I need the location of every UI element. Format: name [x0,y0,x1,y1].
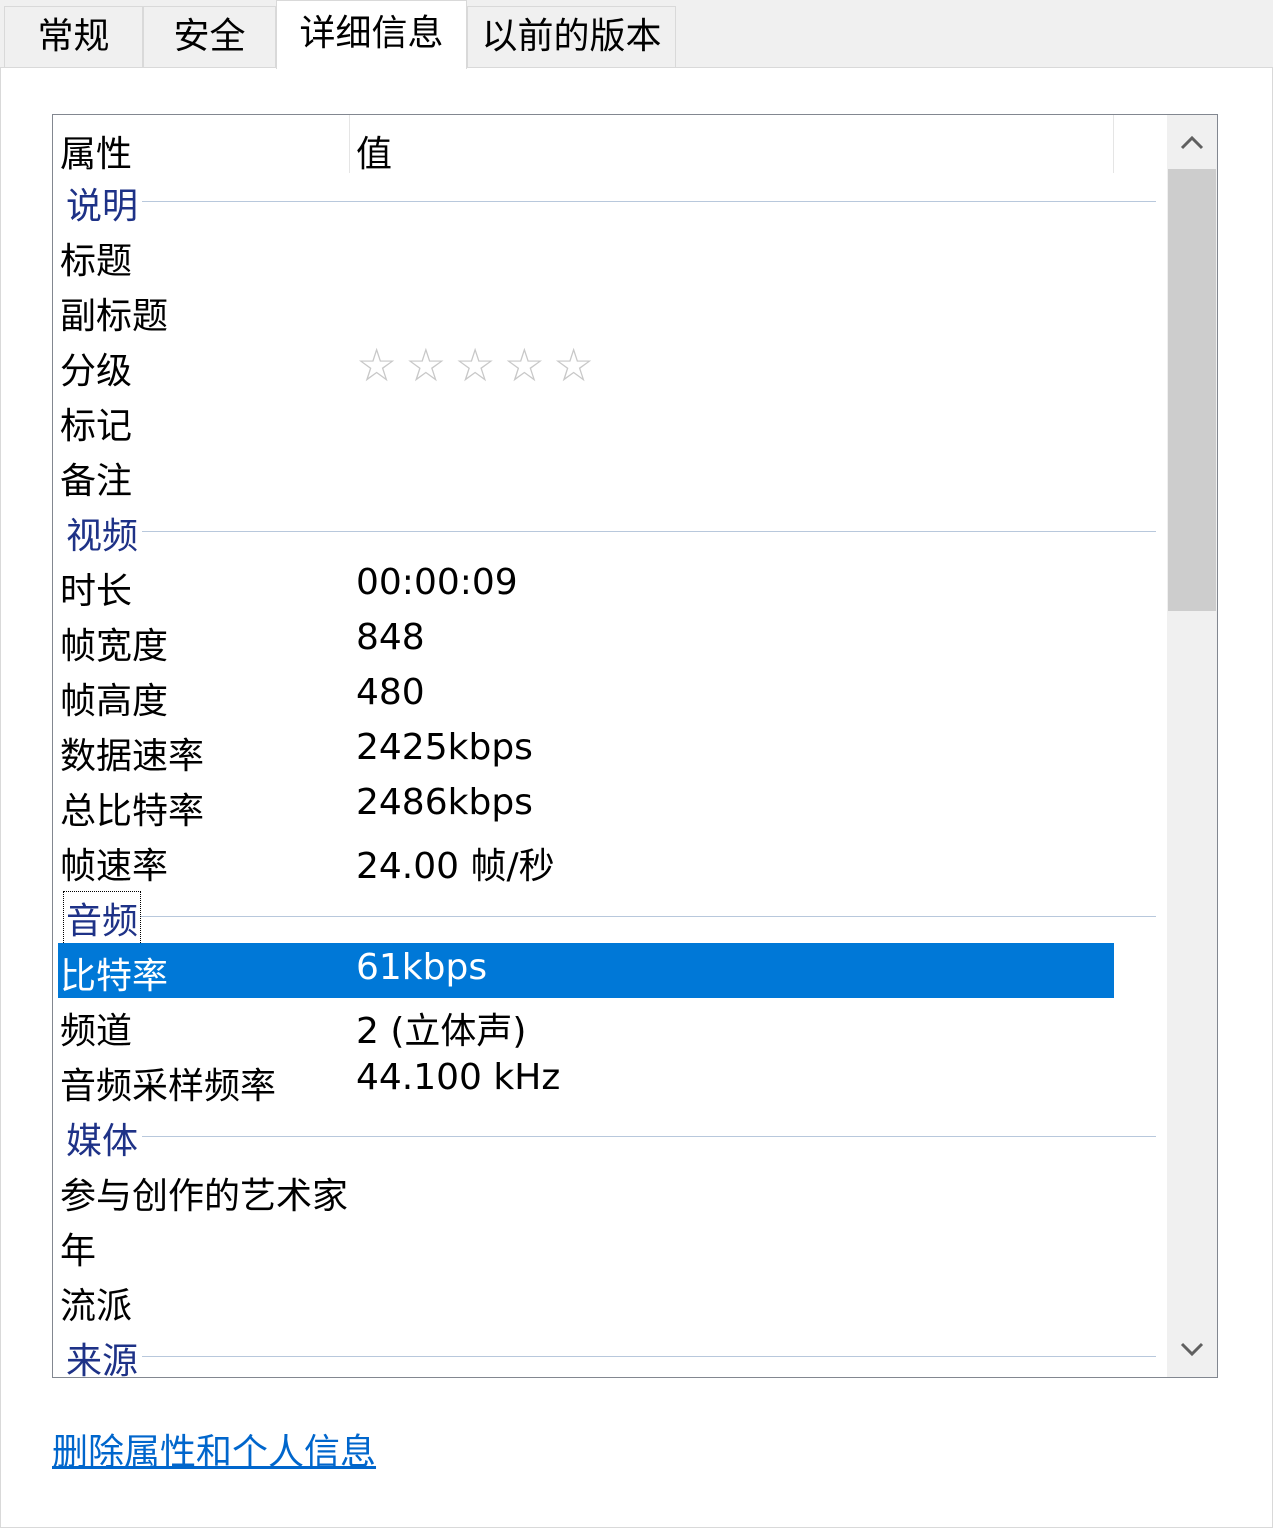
property-value: 2486kbps [356,782,533,823]
property-name: 帧高度 [60,681,169,722]
star-icon[interactable]: ☆ [455,338,496,392]
property-row[interactable]: 标记 [53,393,1165,448]
property-name: 音频采样频率 [60,1066,277,1107]
rating-stars[interactable]: ☆ ☆ ☆ ☆ ☆ [356,338,594,392]
group-divider [66,1136,1156,1137]
tab-general[interactable]: 常规 [4,6,143,68]
group-video[interactable]: 视频 [53,503,1165,559]
column-header-property[interactable]: 属性 [60,125,132,177]
group-media[interactable]: 媒体 [53,1108,1165,1164]
property-row[interactable]: 帧高度 480 [53,668,1165,723]
property-list[interactable]: 属性 值 说明 标题 副标题 分级 ☆ ☆ ☆ ☆ ☆ 标记 备注 视频 时长 … [52,114,1218,1378]
group-divider [66,531,1156,532]
column-divider[interactable] [1113,115,1114,173]
scroll-down-button[interactable] [1167,1325,1217,1375]
group-audio[interactable]: 音频 [53,888,1165,945]
property-value: 2 (立体声) [356,1011,527,1052]
list-header: 属性 值 [53,115,1165,175]
property-name: 数据速率 [60,736,205,777]
group-label: 说明 [66,177,143,229]
group-divider [66,916,1156,917]
tab-bar: 常规 安全 详细信息 以前的版本 [0,0,1273,69]
group-divider [66,1356,1156,1357]
property-name: 频道 [60,1011,133,1052]
property-name: 帧宽度 [60,626,169,667]
property-name: 副标题 [60,296,169,337]
property-name: 标题 [60,241,133,282]
property-row[interactable]: 时长 00:00:09 [53,558,1165,613]
scroll-thumb[interactable] [1168,169,1216,611]
property-value: 848 [356,617,425,658]
property-row[interactable]: 数据速率 2425kbps [53,723,1165,778]
property-value: 61kbps [356,947,488,988]
property-row[interactable]: 备注 [53,448,1165,503]
property-row[interactable]: 音频采样频率 44.100 kHz [53,1053,1165,1108]
property-row-selected[interactable]: 比特率 61kbps [58,943,1114,998]
property-row[interactable]: 标题 [53,228,1165,283]
star-icon[interactable]: ☆ [405,338,446,392]
property-name: 分级 [60,351,133,392]
star-icon[interactable]: ☆ [553,338,594,392]
property-name: 年 [60,1231,97,1272]
tab-previous-versions[interactable]: 以前的版本 [467,6,676,68]
star-icon[interactable]: ☆ [356,338,397,392]
property-value: 00:00:09 [356,562,518,603]
property-row[interactable]: 参与创作的艺术家 [53,1163,1165,1218]
tab-details[interactable]: 详细信息 [276,0,467,69]
column-header-value[interactable]: 值 [356,125,392,177]
group-label: 视频 [66,507,143,559]
chevron-up-icon [1180,135,1204,150]
property-row[interactable]: 副标题 [53,283,1165,338]
property-name: 参与创作的艺术家 [60,1176,349,1217]
property-row[interactable]: 总比特率 2486kbps [53,778,1165,833]
property-name: 总比特率 [60,791,205,832]
property-name: 帧速率 [60,846,169,887]
property-value: 2425kbps [356,727,533,768]
property-value: 44.100 kHz [356,1057,561,1098]
vertical-scrollbar[interactable] [1167,115,1217,1377]
property-value: 480 [356,672,425,713]
group-description[interactable]: 说明 [53,173,1165,229]
property-value: 24.00 帧/秒 [356,846,555,887]
property-name: 备注 [60,461,133,502]
group-label: 音频 [62,891,142,945]
group-label: 媒体 [66,1112,143,1164]
property-row[interactable]: 帧宽度 848 [53,613,1165,668]
group-origin[interactable]: 来源 [53,1328,1165,1377]
property-name: 时长 [60,571,133,612]
group-divider [66,201,1156,202]
property-name: 比特率 [60,956,169,997]
remove-properties-link[interactable]: 删除属性和个人信息 [52,1423,376,1475]
property-row[interactable]: 流派 [53,1273,1165,1328]
tab-security[interactable]: 安全 [143,6,276,68]
property-name: 流派 [60,1286,133,1327]
scroll-up-button[interactable] [1167,117,1217,167]
property-row[interactable]: 分级 ☆ ☆ ☆ ☆ ☆ [53,338,1165,393]
chevron-down-icon [1180,1342,1204,1357]
group-label: 来源 [66,1332,143,1377]
star-icon[interactable]: ☆ [504,338,545,392]
details-panel: 属性 值 说明 标题 副标题 分级 ☆ ☆ ☆ ☆ ☆ 标记 备注 视频 时长 … [0,67,1273,1528]
column-divider[interactable] [349,115,350,173]
property-row[interactable]: 年 [53,1218,1165,1273]
property-name: 标记 [60,406,133,447]
property-row[interactable]: 帧速率 24.00 帧/秒 [53,833,1165,888]
property-row[interactable]: 频道 2 (立体声) [53,998,1165,1053]
